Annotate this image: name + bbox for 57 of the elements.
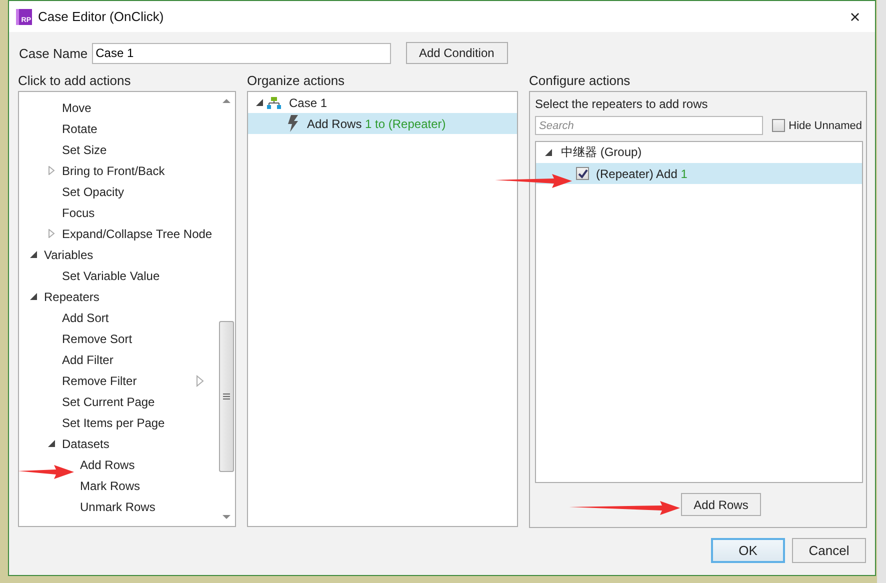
- checkbox[interactable]: [576, 167, 589, 180]
- action-item[interactable]: Expand/Collapse Tree Node: [62, 226, 212, 240]
- flyout-triangle-icon[interactable]: [196, 375, 204, 387]
- field-label: Case Name: [19, 46, 88, 60]
- action-item[interactable]: Bring to Front/Back: [62, 164, 165, 178]
- checkbox-label: Hide Unnamed: [788, 120, 862, 132]
- action-item[interactable]: Add Rows: [80, 458, 135, 472]
- repeater-row[interactable]: (Repeater) Add 1: [536, 163, 862, 184]
- repeater-text: (Repeater) Add 1: [596, 166, 688, 180]
- expanded-triangle-icon[interactable]: [544, 148, 553, 157]
- pointer-arrow: [18, 465, 74, 479]
- window-title: Case Editor (OnClick): [38, 9, 165, 24]
- action-item[interactable]: Rotate: [62, 122, 98, 136]
- scroll-up-icon[interactable]: [222, 98, 231, 104]
- action-item[interactable]: Remove Sort: [62, 332, 132, 346]
- action-item[interactable]: Unmark Rows: [80, 500, 156, 514]
- action-item[interactable]: Mark Rows: [80, 478, 140, 492]
- action-item[interactable]: Move: [62, 100, 92, 114]
- instruction-text: Select the repeaters to add rows: [535, 96, 709, 113]
- lightning-icon: [287, 115, 299, 132]
- action-item[interactable]: Set Variable Value: [62, 268, 160, 282]
- search-field[interactable]: Search: [535, 116, 763, 135]
- action-item[interactable]: Remove Filter: [62, 374, 137, 388]
- action-item[interactable]: Add Filter: [62, 352, 114, 366]
- expanded-triangle-icon[interactable]: [47, 439, 56, 448]
- action-item[interactable]: Repeaters: [44, 290, 100, 304]
- expanded-triangle-icon[interactable]: [29, 250, 38, 259]
- scroll-down-icon[interactable]: [222, 514, 231, 520]
- dialog-button[interactable]: OK: [711, 538, 785, 563]
- action-item[interactable]: Add Sort: [62, 310, 109, 324]
- collapsed-triangle-icon[interactable]: [47, 229, 56, 238]
- panel-heading: Click to add actions: [18, 73, 132, 90]
- dialog-button[interactable]: Cancel: [792, 538, 866, 563]
- panel-heading: Configure actions: [529, 73, 632, 90]
- action-item[interactable]: Set Size: [62, 142, 107, 156]
- action-row[interactable]: Add Rows 1 to (Repeater): [248, 113, 517, 134]
- action-item[interactable]: Set Items per Page: [62, 416, 165, 430]
- case-item[interactable]: Case 1: [289, 96, 328, 110]
- action-item[interactable]: Focus: [62, 206, 95, 220]
- add-rows-button[interactable]: Add Rows: [681, 493, 761, 516]
- expanded-triangle-icon[interactable]: [29, 292, 38, 301]
- action-item[interactable]: Set Current Page: [62, 394, 155, 408]
- case-tree-icon: [267, 96, 281, 108]
- group-item[interactable]: 中继器 (Group): [561, 144, 642, 161]
- add-condition-button[interactable]: Add Condition: [406, 42, 508, 64]
- expanded-triangle-icon[interactable]: [255, 98, 264, 107]
- grip-icon: [223, 393, 230, 400]
- action-item[interactable]: Variables: [44, 248, 94, 262]
- checkbox[interactable]: [772, 119, 785, 132]
- scroll-thumb[interactable]: [219, 321, 234, 472]
- collapsed-triangle-icon[interactable]: [47, 166, 56, 175]
- action-item[interactable]: Datasets: [62, 436, 110, 450]
- action-text: Add Rows 1 to (Repeater): [307, 116, 446, 130]
- case-name-field[interactable]: Case 1: [92, 42, 391, 64]
- panel-heading: Organize actions: [247, 73, 346, 90]
- action-item[interactable]: Set Opacity: [62, 184, 124, 198]
- close-button[interactable]: ×: [835, 6, 875, 26]
